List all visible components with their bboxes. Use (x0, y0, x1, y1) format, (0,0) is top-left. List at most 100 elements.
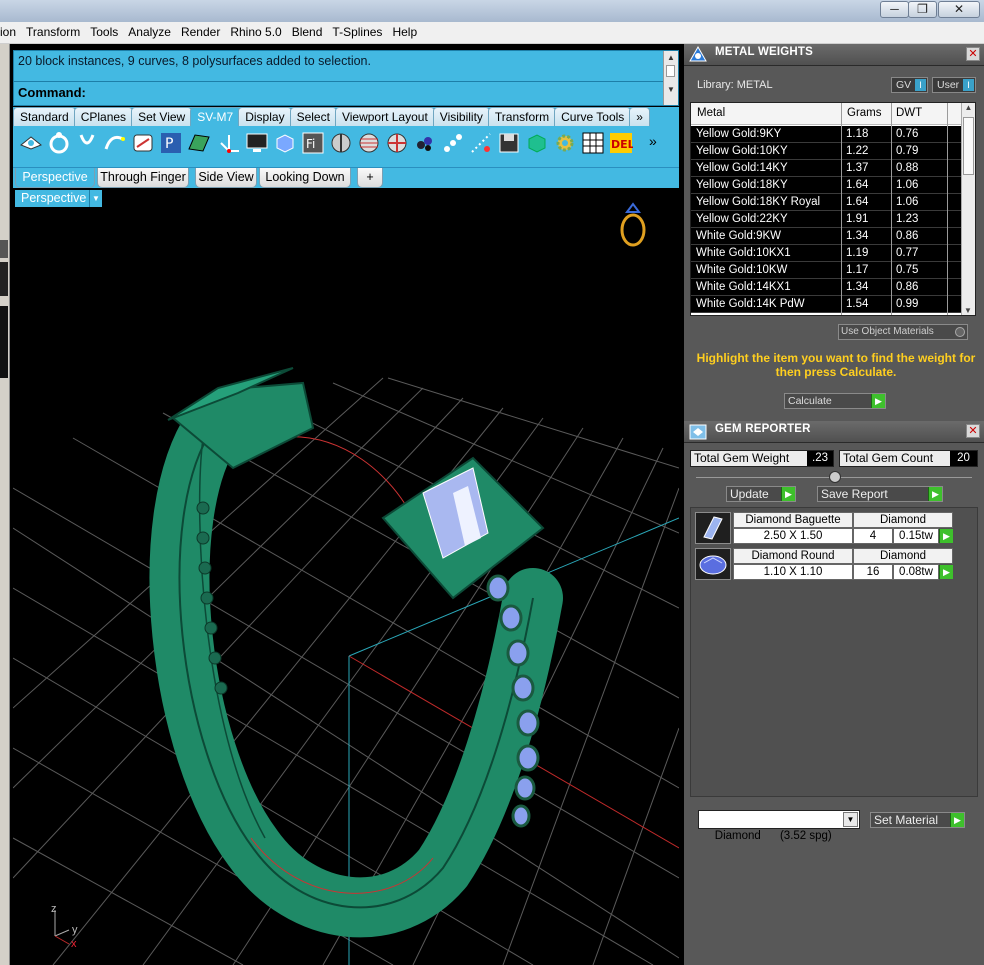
tab-set-view[interactable]: Set View (131, 107, 193, 126)
command-scrollbar[interactable]: ▲ ▼ (663, 51, 678, 105)
metal-table[interactable]: Metal Grams DWT Yellow Gold:9KY 1.18 0.76 Y… (690, 102, 976, 316)
polar-array-icon[interactable] (385, 131, 409, 155)
menu-item-blend[interactable]: Blend (287, 22, 328, 43)
gear-icon[interactable] (553, 131, 577, 155)
ring-icon[interactable] (47, 131, 71, 155)
tab-display[interactable]: Display (238, 107, 292, 126)
metal-table-row[interactable]: White Gold:10KW 1.17 0.75 (691, 262, 963, 279)
gem-setting-icon[interactable] (19, 131, 43, 155)
menu-item-transformation[interactable]: ion (0, 22, 21, 43)
column-grams[interactable]: Grams (847, 107, 882, 119)
tab-looking-down[interactable]: Looking Down (259, 168, 351, 188)
user-toggle[interactable]: User I (932, 77, 976, 93)
metal-table-row[interactable]: White Gold:10KX1 1.19 0.77 (691, 245, 963, 262)
metal-table-scrollbar[interactable]: ▲ ▼ (961, 103, 975, 315)
column-dwt[interactable]: DWT (896, 107, 922, 119)
tab-sv-m7[interactable]: SV-M7 (190, 107, 241, 126)
menu-item-tsplines[interactable]: T-Splines (327, 22, 387, 43)
gem-row-baguette[interactable]: Diamond Baguette Diamond 2.50 X 1.50 4 0… (695, 512, 953, 544)
gem-row-round[interactable]: Diamond Round Diamond 1.10 X 1.10 16 0.0… (695, 548, 953, 580)
metal-grams: 1.37 (846, 162, 869, 174)
viewport-dropdown-icon[interactable]: ▼ (89, 190, 102, 207)
close-gem-reporter-icon[interactable]: ✕ (966, 424, 980, 438)
column-metal[interactable]: Metal (697, 107, 725, 119)
delete-icon[interactable]: DEL (609, 131, 633, 155)
gv-toggle[interactable]: GV I (891, 77, 928, 93)
restore-button[interactable]: ❐ (908, 1, 937, 18)
metal-table-row[interactable]: White Gold:14KX1 1.34 0.86 (691, 279, 963, 296)
gem-reporter-icon (689, 424, 707, 440)
mirror-icon[interactable] (329, 131, 353, 155)
curve-tool-icon[interactable] (103, 131, 127, 155)
tab-visibility[interactable]: Visibility (432, 107, 490, 126)
render-cube-icon[interactable] (525, 131, 549, 155)
gem-reporter-header: GEM REPORTER ✕ (684, 421, 984, 443)
tab-through-finger[interactable]: Through Finger (97, 168, 189, 188)
section-icon[interactable] (357, 131, 381, 155)
surface-icon[interactable] (187, 131, 211, 155)
menu-item-rhino5[interactable]: Rhino 5.0 (225, 22, 286, 43)
gem-list[interactable]: Diamond Baguette Diamond 2.50 X 1.50 4 0… (690, 507, 978, 797)
cube-icon[interactable] (273, 131, 297, 155)
set-material-button[interactable]: Set Material ▶ (870, 812, 965, 828)
tab-transform[interactable]: Transform (487, 107, 557, 126)
tab-curve-tools[interactable]: Curve Tools (554, 107, 632, 126)
use-object-materials-option[interactable]: Use Object Materials (838, 324, 968, 340)
tab-viewport-layout[interactable]: Viewport Layout (334, 107, 435, 126)
metal-table-row[interactable]: White Gold:14K PdW 1.54 0.99 (691, 296, 963, 313)
metal-table-row[interactable]: Yellow Gold:9KY 1.18 0.76 (691, 126, 963, 143)
minimize-button[interactable]: ─ (880, 1, 909, 18)
parameter-icon[interactable]: P (159, 131, 183, 155)
more-icons-chevron-icon[interactable]: » (649, 133, 673, 157)
menu-item-render[interactable]: Render (176, 22, 225, 43)
menu-item-help[interactable]: Help (387, 22, 422, 43)
metal-table-row[interactable]: Yellow Gold:22KY 1.91 1.23 (691, 211, 963, 228)
chevron-down-icon[interactable]: ▼ (843, 812, 858, 827)
gem-row-arrow-icon[interactable]: ▶ (939, 565, 953, 579)
tab-overflow[interactable]: » (629, 107, 650, 126)
tab-perspective[interactable]: Perspective (15, 168, 95, 188)
gem-count: 4 (853, 528, 893, 544)
save-icon[interactable] (497, 131, 521, 155)
tab-side-view[interactable]: Side View (195, 168, 257, 188)
calculate-button[interactable]: Calculate ▶ (784, 393, 886, 409)
menu-item-tools[interactable]: Tools (85, 22, 123, 43)
metal-table-row[interactable]: Yellow Gold:18KY Royal 1.64 1.06 (691, 194, 963, 211)
use-object-materials-radio[interactable] (955, 327, 965, 337)
prong-icon[interactable] (75, 131, 99, 155)
menu-item-transform[interactable]: Transform (21, 22, 85, 43)
tab-cplanes[interactable]: CPlanes (73, 107, 134, 126)
add-tab-button[interactable]: + (357, 168, 383, 188)
shank-icon[interactable] (131, 131, 155, 155)
grid-icon[interactable] (581, 131, 605, 155)
gem-size: 1.10 X 1.10 (733, 564, 853, 580)
close-window-button[interactable]: ✕ (938, 1, 980, 18)
command-prompt[interactable]: Command: (18, 85, 86, 100)
metal-name: White Gold:14KX1 (696, 281, 791, 293)
calculate-arrow-icon: ▶ (871, 394, 885, 408)
layout-icon[interactable]: Fi (301, 131, 325, 155)
gem-row-arrow-icon[interactable]: ▶ (939, 529, 953, 543)
metal-table-row[interactable]: Yellow Gold:18KY 1.64 1.06 (691, 177, 963, 194)
material-select[interactable]: Diamond (3.52 spg) ▼ (698, 810, 860, 842)
metal-table-row[interactable]: White Gold:9KW 1.34 0.86 (691, 228, 963, 245)
metal-dwt: 0.86 (896, 281, 919, 293)
scatter-icon[interactable] (469, 131, 493, 155)
close-metal-weights-icon[interactable]: ✕ (966, 47, 980, 61)
metal-table-row[interactable]: Yellow Gold:10KY 1.22 0.79 (691, 143, 963, 160)
gumball-icon[interactable] (217, 131, 241, 155)
gem-cluster-icon[interactable] (413, 131, 437, 155)
ring-model[interactable] (149, 367, 563, 938)
update-button[interactable]: Update ▶ (726, 486, 796, 502)
splitter-handle[interactable] (829, 471, 841, 483)
perspective-viewport[interactable]: Perspective ▼ z y x (13, 188, 679, 965)
monitor-icon[interactable] (245, 131, 269, 155)
tab-select[interactable]: Select (289, 107, 337, 126)
pave-icon[interactable] (441, 131, 465, 155)
menu-item-analyze[interactable]: Analyze (123, 22, 176, 43)
viewport-canvas[interactable] (13, 188, 679, 965)
metal-table-row[interactable]: Yellow Gold:14KY 1.37 0.88 (691, 160, 963, 177)
total-gem-count-value: 20 (950, 451, 977, 466)
tab-standard[interactable]: Standard (13, 107, 76, 126)
save-report-button[interactable]: Save Report ▶ (817, 486, 943, 502)
